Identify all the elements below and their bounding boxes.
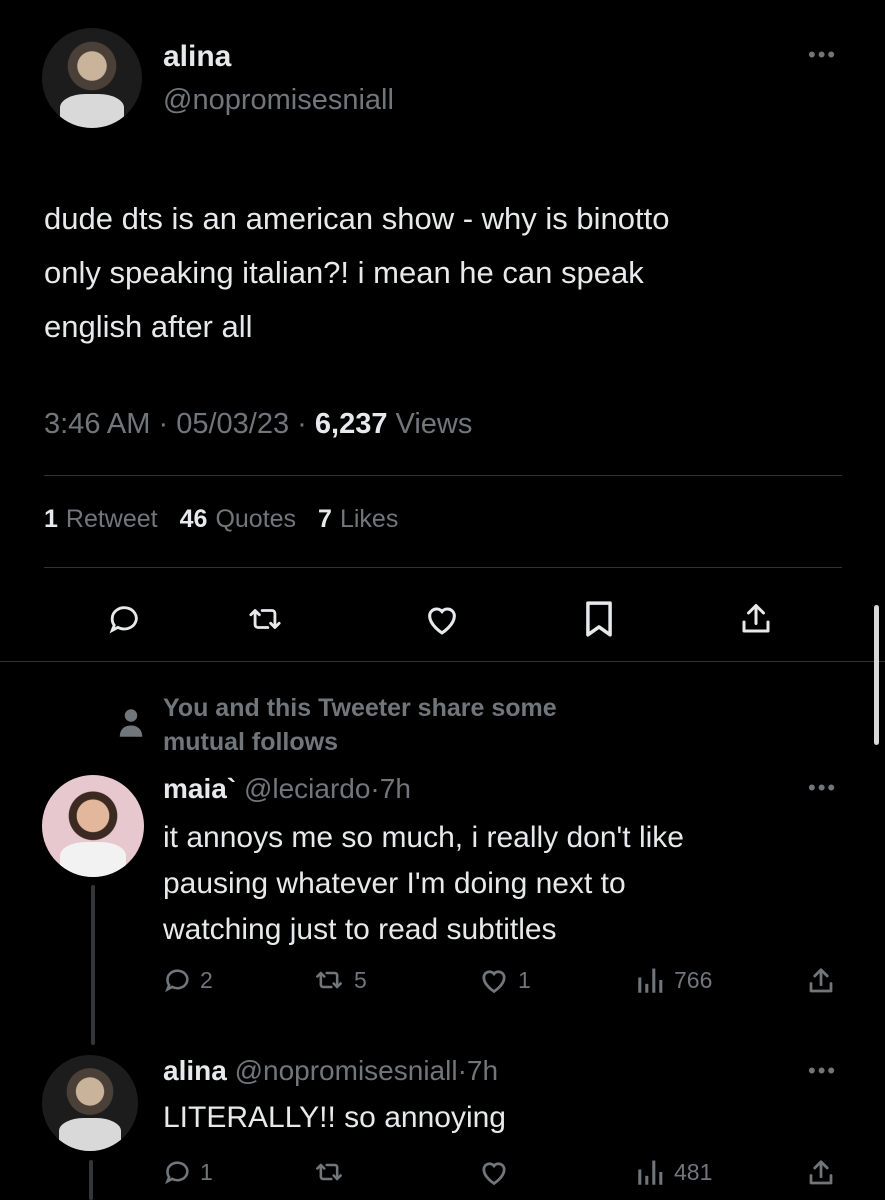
reply-icon — [164, 1158, 192, 1186]
handle[interactable]: @nopromisesniall — [163, 84, 394, 117]
handle[interactable]: @leciardo — [244, 773, 370, 804]
reply-icon — [164, 966, 192, 994]
retweet-icon — [312, 1158, 346, 1186]
avatar[interactable] — [42, 775, 144, 877]
reply-text-line: watching just to read subtitles — [163, 913, 557, 946]
tweet-text: dude dts is an american show - why is bi… — [44, 192, 669, 354]
thread-line — [89, 1160, 93, 1200]
analytics-icon — [636, 966, 666, 994]
retweet-action[interactable] — [312, 1158, 346, 1186]
tweet-text-line: only speaking italian?! i mean he can sp… — [44, 255, 644, 290]
separator: · — [457, 1055, 467, 1086]
separator: · — [158, 408, 169, 440]
avatar[interactable] — [42, 28, 142, 128]
views-action[interactable]: 766 — [636, 966, 712, 994]
bookmark-icon[interactable] — [583, 600, 615, 638]
like-action[interactable]: 1 — [478, 966, 531, 994]
engagement-stats: 1 Retweet 46 Quotes 7 Likes — [44, 505, 398, 534]
reply-time[interactable]: 7h — [380, 773, 411, 804]
quotes-stat[interactable]: 46 Quotes — [180, 505, 296, 534]
more-options-icon[interactable]: ••• — [808, 777, 837, 799]
avatar[interactable] — [42, 1055, 138, 1151]
retweet-action[interactable]: 5 — [312, 966, 367, 994]
more-options-icon[interactable]: ••• — [808, 1060, 837, 1082]
display-name[interactable]: alina — [163, 40, 231, 74]
divider — [44, 567, 842, 568]
reply-action[interactable]: 1 — [164, 1158, 213, 1186]
retweets-stat[interactable]: 1 Retweet — [44, 505, 158, 534]
analytics-icon — [636, 1158, 666, 1186]
tweet-date[interactable]: 05/03/23 — [176, 408, 289, 440]
reply-count: 2 — [200, 966, 213, 993]
views-count: 481 — [674, 1158, 713, 1185]
separator: · — [297, 408, 307, 440]
reply-time[interactable]: 7h — [467, 1055, 498, 1086]
reply-count: 1 — [200, 1158, 213, 1185]
reply-text-line: LITERALLY!! so annoying — [163, 1101, 506, 1134]
reply-text-line: it annoys me so much, i really don't lik… — [163, 821, 684, 854]
like-icon[interactable] — [422, 602, 462, 636]
like-action[interactable] — [478, 1158, 510, 1186]
reply-header: maia` @leciardo·7h — [163, 773, 411, 805]
like-icon — [478, 966, 510, 994]
share-icon[interactable] — [738, 600, 774, 638]
reply-text: LITERALLY!! so annoying — [163, 1098, 506, 1138]
like-icon — [478, 1158, 510, 1186]
mutual-follows-line: mutual follows — [163, 728, 338, 756]
views-count: 766 — [674, 966, 713, 993]
handle[interactable]: @nopromisesniall — [235, 1055, 458, 1086]
scrollbar[interactable] — [874, 605, 879, 745]
reply-icon[interactable] — [108, 602, 142, 636]
separator: · — [370, 773, 380, 804]
views-label: Views — [395, 408, 473, 440]
likes-stat[interactable]: 7 Likes — [318, 505, 398, 534]
reply-action[interactable]: 2 — [164, 966, 213, 994]
retweet-icon — [312, 966, 346, 994]
mutual-follows-line: You and this Tweeter share some — [163, 694, 557, 722]
thread-line — [91, 885, 95, 1045]
tweet-text-line: english after all — [44, 309, 253, 344]
views-count: 6,237 — [314, 408, 388, 440]
tweet-time[interactable]: 3:46 AM — [44, 408, 150, 440]
share-icon[interactable] — [806, 1157, 836, 1189]
retweet-count: 5 — [354, 966, 367, 993]
mutual-follows-notice: You and this Tweeter share some mutual f… — [163, 691, 557, 759]
reply-text: it annoys me so much, i really don't lik… — [163, 815, 684, 953]
display-name[interactable]: maia` — [163, 773, 236, 804]
reply-text-line: pausing whatever I'm doing next to — [163, 867, 626, 900]
share-icon[interactable] — [806, 965, 836, 997]
retweet-icon[interactable] — [245, 602, 285, 636]
reply-header: alina @nopromisesniall·7h — [163, 1055, 498, 1087]
like-count: 1 — [518, 966, 531, 993]
tweet-text-line: dude dts is an american show - why is bi… — [44, 201, 670, 236]
more-options-icon[interactable]: ••• — [808, 44, 837, 66]
divider — [44, 475, 842, 476]
divider — [0, 661, 885, 662]
display-name[interactable]: alina — [163, 1055, 227, 1086]
tweet-meta: 3:46 AM · 05/03/23 · 6,237 Views — [44, 408, 472, 441]
views-action[interactable]: 481 — [636, 1158, 712, 1186]
person-icon — [118, 708, 144, 738]
